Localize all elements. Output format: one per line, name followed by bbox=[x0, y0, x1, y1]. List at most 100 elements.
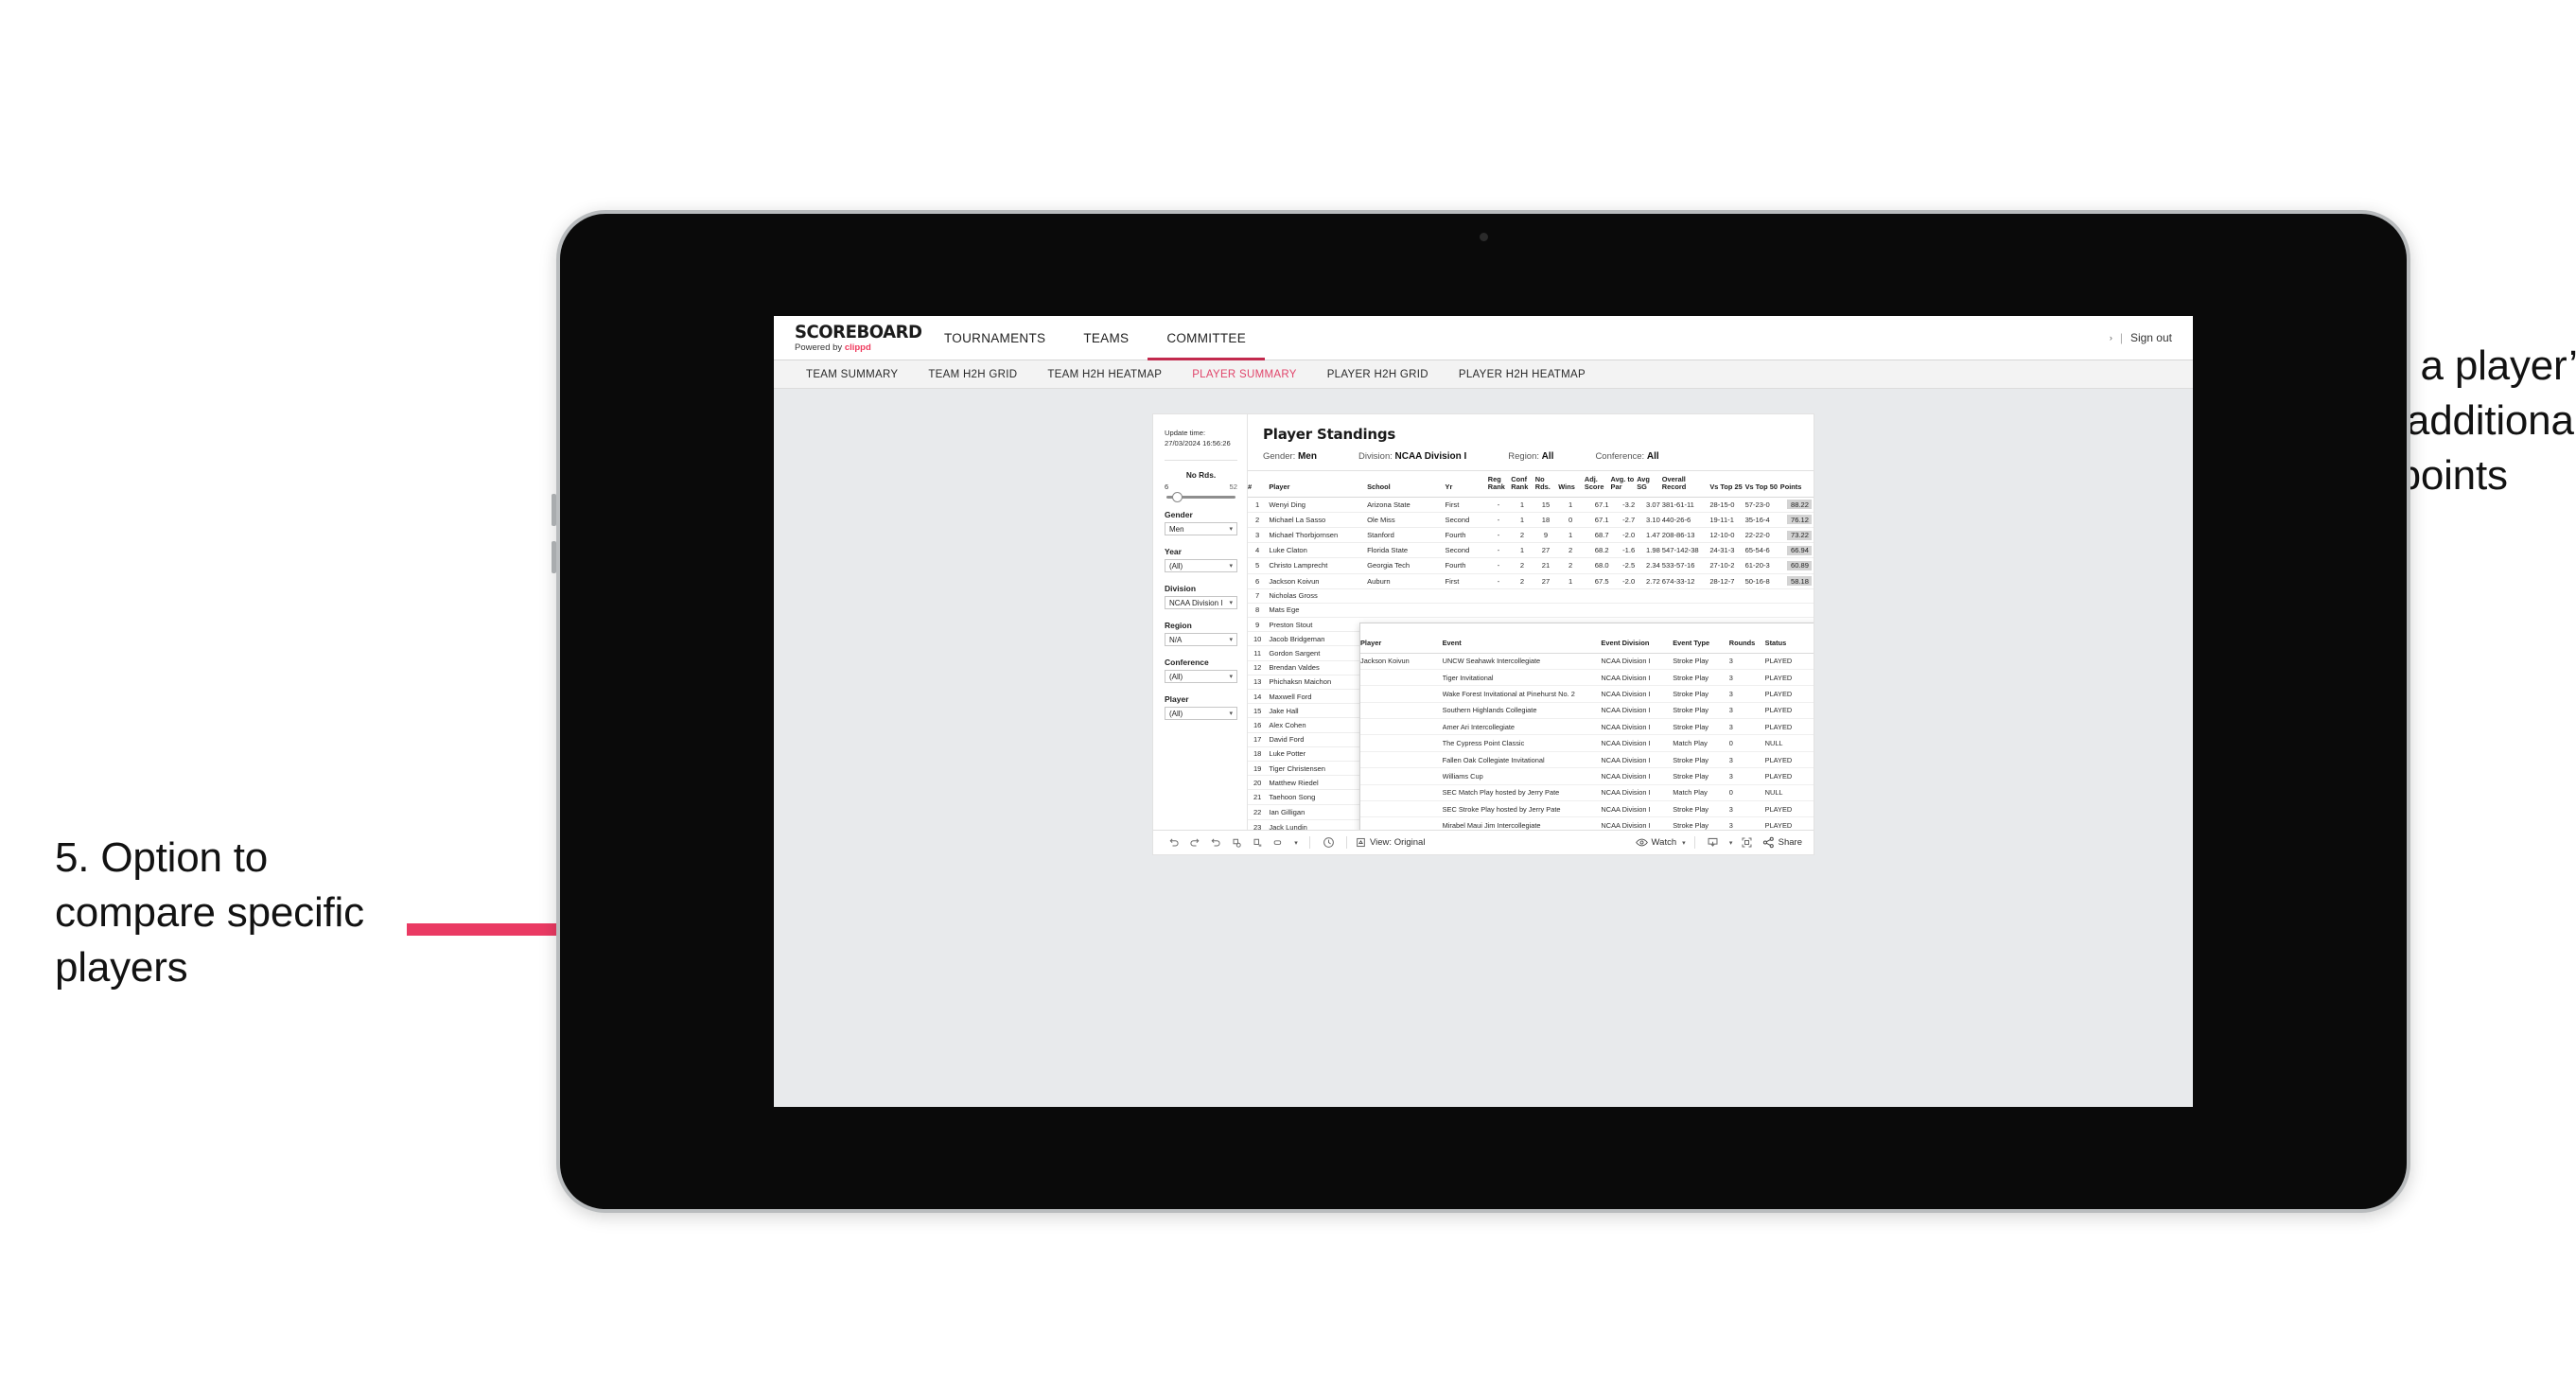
row-points[interactable]: 58.18 bbox=[1779, 573, 1814, 589]
filter-dropdown-icon[interactable]: ▾ bbox=[1289, 833, 1301, 852]
update-time-label: Update time: bbox=[1165, 429, 1206, 437]
row-player: Nicholas Gross bbox=[1269, 588, 1368, 604]
sub-nav-player-h2h-heatmap[interactable]: PLAYER H2H HEATMAP bbox=[1444, 369, 1601, 380]
filter-conference-select[interactable]: (All) ▾ bbox=[1165, 670, 1237, 683]
row-points[interactable]: 66.94 bbox=[1779, 542, 1814, 559]
app-logo[interactable]: SCOREBOARD Powered by clippd bbox=[774, 316, 925, 360]
pause-icon[interactable] bbox=[1248, 833, 1267, 852]
col-overall-record[interactable]: Overall Record bbox=[1661, 471, 1710, 498]
download-dropdown-icon[interactable]: ▾ bbox=[1725, 833, 1736, 852]
filter-region-select[interactable]: N/A ▾ bbox=[1165, 633, 1237, 646]
row-points[interactable]: 60.89 bbox=[1779, 557, 1814, 574]
col-adj-score[interactable]: Adj. Score bbox=[1584, 471, 1611, 498]
sign-out-link[interactable]: Sign out bbox=[2130, 331, 2172, 344]
table-row[interactable]: 2 Michael La Sasso Ole Miss Second -1 18 0 67.1… bbox=[1248, 512, 1814, 528]
sub-nav-team-summary[interactable]: TEAM SUMMARY bbox=[791, 369, 913, 380]
col-reg-rank[interactable]: Reg Rank bbox=[1487, 471, 1512, 498]
fullscreen-icon[interactable] bbox=[1738, 833, 1757, 852]
filter-division-select[interactable]: NCAA Division I ▾ bbox=[1165, 596, 1237, 609]
no-rounds-slider[interactable]: No Rds. 6 52 bbox=[1165, 470, 1237, 502]
redo-icon[interactable] bbox=[1185, 833, 1204, 852]
watch-button[interactable]: Watch ▾ bbox=[1635, 837, 1686, 848]
row-rank: 13 bbox=[1248, 675, 1270, 691]
tooltip-rounds: 3 bbox=[1728, 669, 1765, 687]
filter-player-select[interactable]: (All) ▾ bbox=[1165, 707, 1237, 720]
row-rank: 17 bbox=[1248, 732, 1270, 747]
tooltip-player bbox=[1360, 702, 1443, 720]
sub-nav-team-h2h-grid[interactable]: TEAM H2H GRID bbox=[913, 369, 1032, 380]
col-avg-to-par[interactable]: Avg. to Par bbox=[1610, 471, 1638, 498]
col-wins[interactable]: Wins bbox=[1558, 471, 1585, 498]
summary-region: Region: All bbox=[1508, 451, 1553, 462]
top-nav-teams[interactable]: TEAMS bbox=[1064, 316, 1148, 360]
chevron-down-icon: ▾ bbox=[1229, 563, 1233, 570]
tooltip-rounds: 3 bbox=[1728, 685, 1765, 703]
slider-track[interactable] bbox=[1166, 492, 1235, 502]
col-school[interactable]: School bbox=[1367, 471, 1446, 498]
row-wins: 2 bbox=[1558, 557, 1585, 574]
tooltip-event-division: NCAA Division I bbox=[1601, 702, 1674, 720]
revert-icon[interactable] bbox=[1206, 833, 1225, 852]
slider-handle[interactable] bbox=[1172, 492, 1183, 502]
col-rank[interactable]: # bbox=[1248, 471, 1270, 498]
page-title: Player Standings bbox=[1263, 426, 1396, 443]
row-avg-to-par: -1.6 bbox=[1610, 542, 1638, 559]
table-row[interactable]: 1 Wenyi Ding Arizona State First -1 15 1 67.1 -3… bbox=[1248, 497, 1814, 513]
update-time-value: 27/03/2024 16:56:26 bbox=[1165, 439, 1231, 447]
filter-gender-label: Gender bbox=[1165, 510, 1193, 519]
row-school bbox=[1367, 603, 1446, 619]
col-points[interactable]: Points bbox=[1779, 471, 1814, 498]
download-icon[interactable] bbox=[1704, 833, 1723, 852]
table-row[interactable]: 7 Nicholas Gross bbox=[1248, 588, 1814, 604]
row-rank: 5 bbox=[1248, 557, 1270, 574]
tooltip-header: Player Event Event Division Event Type R… bbox=[1360, 629, 1814, 654]
points-value: 58.18 bbox=[1787, 576, 1812, 587]
row-vs-top-50: 22-22-0 bbox=[1744, 527, 1780, 544]
sub-nav-player-h2h-grid[interactable]: PLAYER H2H GRID bbox=[1312, 369, 1444, 380]
tooltip-status: PLAYED bbox=[1764, 718, 1814, 736]
table-row[interactable]: 5 Christo Lamprecht Georgia Tech Fourth -2 21… bbox=[1248, 557, 1814, 574]
sub-nav-player-summary[interactable]: PLAYER SUMMARY bbox=[1177, 369, 1312, 380]
tooltip-rounds: 0 bbox=[1728, 784, 1765, 801]
col-vs-top-25[interactable]: Vs Top 25 bbox=[1709, 471, 1745, 498]
undo-icon[interactable] bbox=[1165, 833, 1183, 852]
tooltip-event: The Cypress Point Classic bbox=[1442, 734, 1602, 752]
row-avg-sg: 1.47 bbox=[1637, 527, 1662, 544]
view-original-button[interactable]: View: Original bbox=[1356, 837, 1425, 848]
col-avg-sg[interactable]: Avg SG bbox=[1637, 471, 1662, 498]
top-nav-tournaments[interactable]: TOURNAMENTS bbox=[925, 316, 1064, 360]
col-conf-rank[interactable]: Conf Rank bbox=[1511, 471, 1535, 498]
table-row[interactable]: 3 Michael Thorbjornsen Stanford Fourth -2 9 1 6… bbox=[1248, 527, 1814, 544]
row-avg-to-par: -2.5 bbox=[1610, 557, 1638, 574]
refresh-icon[interactable] bbox=[1227, 833, 1246, 852]
filter-year-select[interactable]: (All) ▾ bbox=[1165, 559, 1237, 572]
row-points[interactable]: 73.22 bbox=[1779, 527, 1814, 544]
table-row[interactable]: 4 Luke Claton Florida State Second -1 27 2 68.2… bbox=[1248, 542, 1814, 559]
row-no-rds: 27 bbox=[1534, 542, 1559, 559]
row-overall-record bbox=[1661, 588, 1710, 604]
filter-division-value: NCAA Division I bbox=[1169, 598, 1223, 607]
share-button[interactable]: Share bbox=[1762, 836, 1802, 849]
row-points[interactable]: 88.22 bbox=[1779, 497, 1814, 513]
row-points[interactable] bbox=[1779, 588, 1814, 604]
row-wins: 2 bbox=[1558, 542, 1585, 559]
row-points[interactable]: 76.12 bbox=[1779, 512, 1814, 528]
filter-gender-select[interactable]: Men ▾ bbox=[1165, 522, 1237, 535]
tooltip-event-type: Stroke Play bbox=[1673, 653, 1729, 670]
col-vs-top-50[interactable]: Vs Top 50 bbox=[1744, 471, 1780, 498]
viz-container: Update time: 27/03/2024 16:56:26 No Rds.… bbox=[1152, 413, 1814, 855]
table-row[interactable]: 8 Mats Ege bbox=[1248, 603, 1814, 619]
col-yr[interactable]: Yr bbox=[1445, 471, 1488, 498]
history-icon[interactable] bbox=[1319, 833, 1338, 852]
filter-icon[interactable] bbox=[1269, 833, 1288, 852]
row-yr: Fourth bbox=[1445, 557, 1488, 574]
col-player[interactable]: Player bbox=[1269, 471, 1368, 498]
tooltip-event-division: NCAA Division I bbox=[1601, 685, 1674, 703]
table-row[interactable]: 6 Jackson Koivun Auburn First -2 27 1 67.5 -2.0 2… bbox=[1248, 573, 1814, 589]
sub-nav-team-h2h-heatmap[interactable]: TEAM H2H HEATMAP bbox=[1032, 369, 1177, 380]
top-nav-committee[interactable]: COMMITTEE bbox=[1148, 316, 1265, 360]
row-points[interactable] bbox=[1779, 603, 1814, 619]
row-avg-to-par: -3.2 bbox=[1610, 497, 1638, 513]
col-no-rds[interactable]: No Rds. bbox=[1534, 471, 1559, 498]
chevron-right-icon[interactable]: › bbox=[2110, 333, 2112, 342]
